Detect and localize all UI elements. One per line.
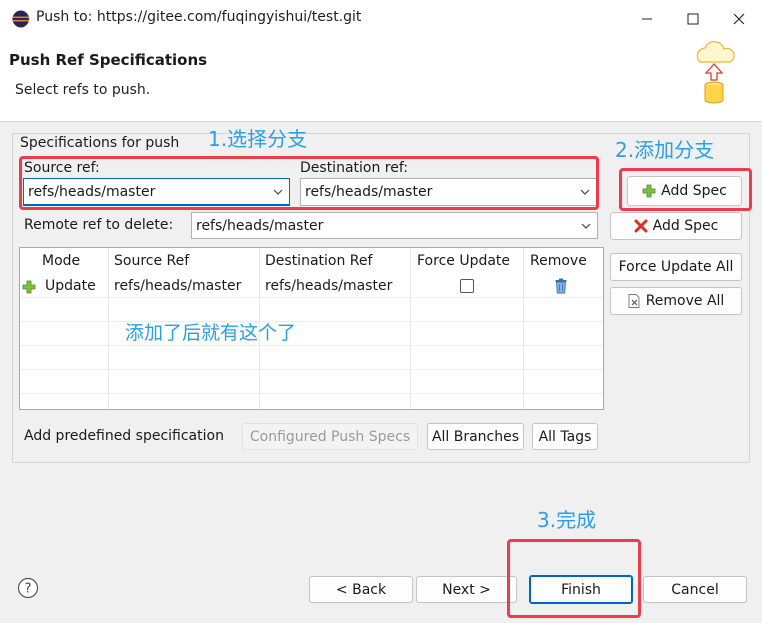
specifications-group-label: Specifications for push — [20, 135, 180, 151]
chevron-down-icon — [581, 223, 591, 229]
page-title: Push Ref Specifications — [9, 51, 208, 69]
remote-ref-delete-value: refs/heads/master — [196, 217, 324, 234]
all-branches-label: All Branches — [431, 428, 520, 445]
cancel-label: Cancel — [671, 581, 719, 598]
back-label: < Back — [335, 581, 387, 598]
red-x-icon — [634, 219, 648, 233]
update-plus-icon — [22, 280, 36, 294]
help-icon[interactable]: ? — [17, 577, 39, 599]
eclipse-icon — [12, 10, 30, 28]
cancel-button[interactable]: Cancel — [643, 576, 747, 603]
annotation-step1: 1.选择分支 — [208, 127, 308, 151]
push-to-cloud-icon — [696, 40, 735, 104]
remove-all-button[interactable]: Remove All — [610, 287, 742, 315]
annotation-step3: 3.完成 — [537, 508, 597, 532]
remote-ref-delete-label: Remote ref to delete: — [24, 217, 174, 233]
annotation-note: 添加了后就有这个了 — [125, 322, 297, 344]
annotation-box-select-branch — [19, 156, 599, 210]
column-header-destination[interactable]: Destination Ref — [265, 253, 372, 269]
force-update-checkbox[interactable] — [460, 279, 474, 293]
row-source-ref[interactable]: refs/heads/master — [114, 278, 241, 294]
annotation-box-finish — [507, 539, 641, 618]
specs-table: Mode Source Ref Destination Ref Force Up… — [19, 247, 604, 410]
maximize-button[interactable] — [670, 0, 716, 38]
svg-text:?: ? — [25, 582, 32, 597]
configured-push-specs-label: Configured Push Specs — [249, 428, 411, 445]
add-delete-spec-button[interactable]: Add Spec — [610, 212, 742, 240]
close-icon — [733, 13, 745, 25]
trash-icon[interactable] — [554, 278, 568, 294]
row-destination-ref[interactable]: refs/heads/master — [265, 278, 392, 294]
remove-all-label: Remove All — [645, 293, 725, 309]
next-label: Next > — [442, 581, 491, 598]
wizard-header: Push Ref Specifications Select refs to p… — [0, 38, 762, 122]
close-window-button[interactable] — [716, 0, 762, 38]
force-update-all-button[interactable]: Force Update All — [610, 253, 742, 281]
back-button[interactable]: < Back — [309, 576, 413, 603]
add-delete-spec-label: Add Spec — [652, 218, 719, 234]
remove-all-icon — [628, 294, 640, 308]
annotation-step2: 2.添加分支 — [615, 138, 715, 162]
all-tags-button[interactable]: All Tags — [532, 423, 598, 450]
page-subtitle: Select refs to push. — [15, 82, 151, 98]
column-header-source[interactable]: Source Ref — [114, 253, 189, 269]
next-button[interactable]: Next > — [416, 576, 517, 603]
all-branches-button[interactable]: All Branches — [427, 423, 524, 450]
configured-push-specs-button[interactable]: Configured Push Specs — [242, 423, 418, 450]
column-header-mode[interactable]: Mode — [42, 253, 80, 269]
row-mode[interactable]: Update — [45, 278, 96, 294]
predefined-spec-label: Add predefined specification — [24, 428, 224, 444]
column-header-force[interactable]: Force Update — [417, 253, 510, 269]
remote-ref-delete-combo[interactable]: refs/heads/master — [191, 212, 598, 239]
window-title: Push to: https://gitee.com/fuqingyishui/… — [36, 9, 362, 25]
minimize-button[interactable] — [624, 0, 670, 38]
minimize-icon — [642, 18, 652, 20]
maximize-icon — [687, 13, 699, 25]
force-update-all-label: Force Update All — [618, 259, 734, 275]
all-tags-label: All Tags — [538, 428, 592, 445]
column-header-remove[interactable]: Remove — [530, 253, 587, 269]
annotation-box-add-spec — [619, 168, 752, 211]
